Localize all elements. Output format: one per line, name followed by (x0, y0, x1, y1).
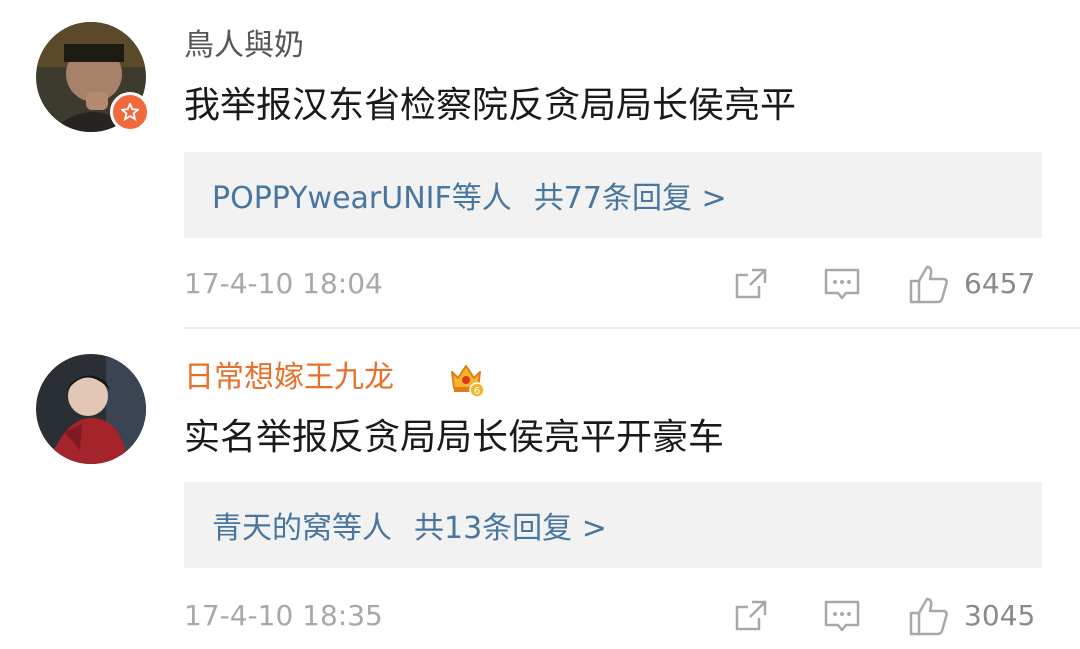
thumbs-up-icon (909, 265, 948, 304)
comment-button[interactable] (822, 264, 862, 304)
like-count: 6457 (964, 267, 1036, 300)
replies-names: POPPYwearUNIF等人 (212, 181, 512, 216)
share-button[interactable] (732, 264, 770, 304)
crown-badge-icon: 6 (446, 358, 486, 402)
replies-count: 共77条回复 > (533, 181, 727, 216)
avatar[interactable] (36, 22, 150, 132)
comment-username[interactable]: 鳥人與奶 (184, 26, 304, 66)
comment-button[interactable] (822, 596, 862, 636)
comment-item: 鳥人與奶 我举报汉东省检察院反贪局局长侯亮平 POPPYwearUNIF等人 共… (0, 0, 1080, 328)
comment-item: 日常想嫁王九龙 6 实名举报反贪局局长侯亮平开豪车 青天的窝等人 共13条回复 … (0, 330, 1080, 649)
share-button[interactable] (732, 596, 770, 636)
replies-preview[interactable]: 青天的窝等人 共13条回复 > (184, 482, 1042, 568)
replies-count: 共13条回复 > (414, 511, 607, 546)
like-button[interactable]: 3045 (908, 596, 1035, 636)
like-button[interactable]: 6457 (908, 264, 1035, 304)
replies-names: 青天的窝等人 (212, 511, 392, 546)
crown-badge-level: 6 (474, 386, 480, 397)
thumbs-up-icon (909, 597, 948, 636)
comment-meta: 17-4-10 18:04 6457 (184, 264, 1042, 304)
like-count: 3045 (964, 599, 1036, 632)
comment-meta: 17-4-10 18:35 3045 (184, 596, 1042, 636)
share-icon (735, 268, 767, 299)
avatar-image (36, 354, 146, 464)
comment-text: 我举报汉东省检察院反贪局局长侯亮平 (184, 85, 797, 126)
comment-icon (824, 268, 860, 300)
star-badge-icon (110, 92, 150, 132)
share-icon (735, 600, 767, 631)
replies-preview[interactable]: POPPYwearUNIF等人 共77条回复 > (184, 152, 1042, 238)
comment-timestamp: 17-4-10 18:35 (184, 599, 383, 632)
comment-username[interactable]: 日常想嫁王九龙 (184, 358, 394, 398)
comment-timestamp: 17-4-10 18:04 (184, 267, 383, 300)
comment-text: 实名举报反贪局局长侯亮平开豪车 (184, 417, 725, 458)
comment-icon (824, 600, 860, 632)
avatar[interactable] (36, 354, 146, 464)
